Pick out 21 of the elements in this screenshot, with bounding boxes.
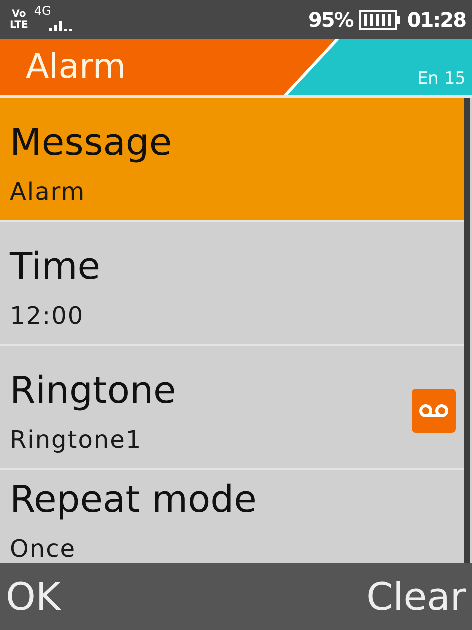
input-mode-indicator: En 15 — [417, 69, 466, 90]
field-label: Repeat mode — [10, 478, 257, 522]
screen-title: Alarm — [26, 47, 126, 88]
lte-label: LTE — [10, 20, 28, 31]
clear-softkey[interactable]: Clear — [366, 574, 466, 619]
battery-percent: 95% — [308, 8, 354, 32]
volte-label: Vo — [12, 8, 26, 20]
ok-softkey[interactable]: OK — [6, 574, 61, 619]
voicemail-icon[interactable] — [412, 389, 456, 434]
field-label: Message — [10, 120, 172, 164]
network-type: 4G — [34, 4, 52, 18]
field-value: 12:00 — [10, 302, 86, 330]
form-field[interactable]: Message Alarm — [0, 98, 464, 222]
field-value: Ringtone1 — [10, 426, 144, 454]
signal-icon — [49, 20, 74, 31]
field-label: Time — [10, 244, 101, 288]
field-value: Alarm — [10, 178, 87, 206]
battery-icon — [359, 10, 402, 30]
clock-time: 01:28 — [407, 8, 466, 32]
field-value: Once — [10, 535, 78, 564]
field-label: Ringtone — [10, 368, 176, 412]
